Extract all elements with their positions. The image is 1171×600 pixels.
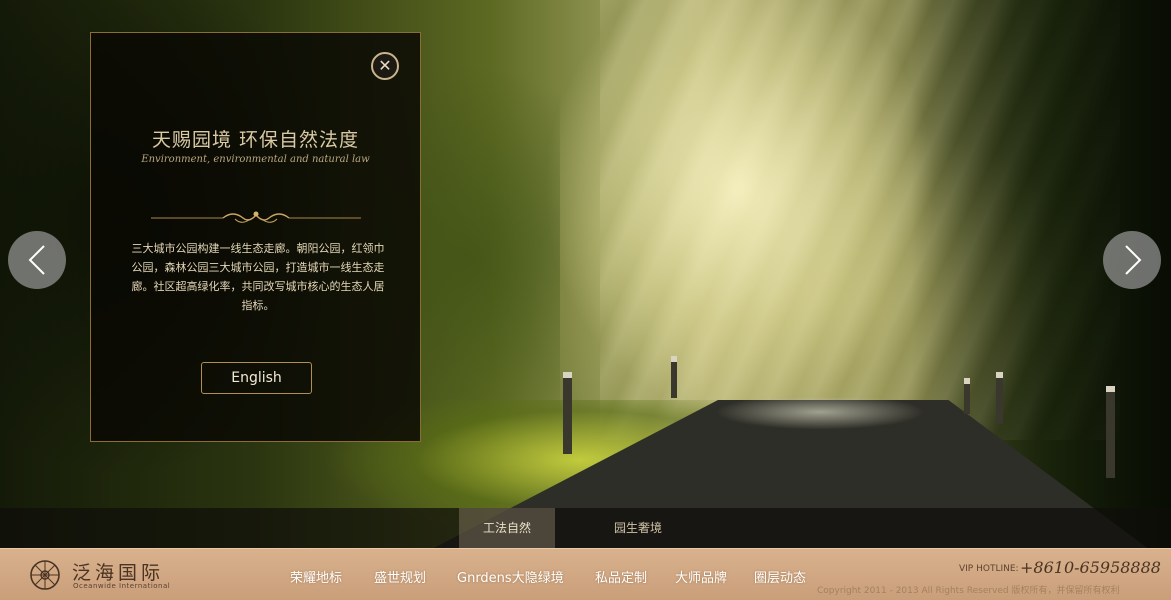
copyright-text: Copyright 2011 - 2013 All Rights Reserve… <box>817 586 1120 596</box>
footer-bar: 泛海国际 Oceanwide International 荣耀地标 盛世规划 G… <box>0 548 1171 600</box>
roadside-post <box>1106 386 1115 478</box>
nav-item-sipin-dingzhi[interactable]: 私品定制 <box>595 567 647 586</box>
road-highlight <box>690 398 950 438</box>
nav-item-shengshi-guihua[interactable]: 盛世规划 <box>374 567 426 586</box>
nav-item-quanceng-dongtai[interactable]: 圈层动态 <box>754 567 806 586</box>
info-panel: ✕ 天赐园境 环保自然法度 Environment, environmental… <box>90 32 421 442</box>
roadside-post <box>996 372 1003 424</box>
roadside-post <box>964 378 970 414</box>
chevron-right-icon <box>1125 245 1142 275</box>
panel-subtitle: Environment, environmental and natural l… <box>141 154 370 165</box>
logo-emblem-icon <box>30 560 60 590</box>
english-button[interactable]: English <box>201 362 312 394</box>
close-icon[interactable]: ✕ <box>371 52 399 80</box>
logo-english: Oceanwide International <box>73 582 171 590</box>
hotline-number: +8610-65958888 <box>1020 558 1161 577</box>
next-slide-button[interactable] <box>1103 231 1161 289</box>
nav-item-gardens[interactable]: Gnrdens大隐绿境 <box>457 567 564 586</box>
hotline-label: VIP HOTLINE: <box>959 564 1019 574</box>
logo-chinese: 泛海国际 <box>72 562 165 584</box>
tab-yuansheng-shejing[interactable]: 园生奢境 <box>592 508 684 548</box>
ornament-divider-icon <box>151 211 361 223</box>
sub-tab-bar: 工法自然 园生奢境 <box>0 508 1171 548</box>
nav-item-dashi-pinpai[interactable]: 大师品牌 <box>675 567 727 586</box>
panel-title: 天赐园境 环保自然法度 <box>151 129 360 151</box>
chevron-left-icon <box>28 245 45 275</box>
roadside-post <box>671 356 677 398</box>
roadside-post <box>563 372 572 454</box>
prev-slide-button[interactable] <box>8 231 66 289</box>
tab-gongfa-ziran[interactable]: 工法自然 <box>459 508 555 548</box>
nav-item-rongyao-dibiao[interactable]: 荣耀地标 <box>290 567 342 586</box>
panel-description: 三大城市公园构建一线生态走廊。朝阳公园，红领巾公园，森林公园三大城市公园，打造城… <box>131 242 385 312</box>
